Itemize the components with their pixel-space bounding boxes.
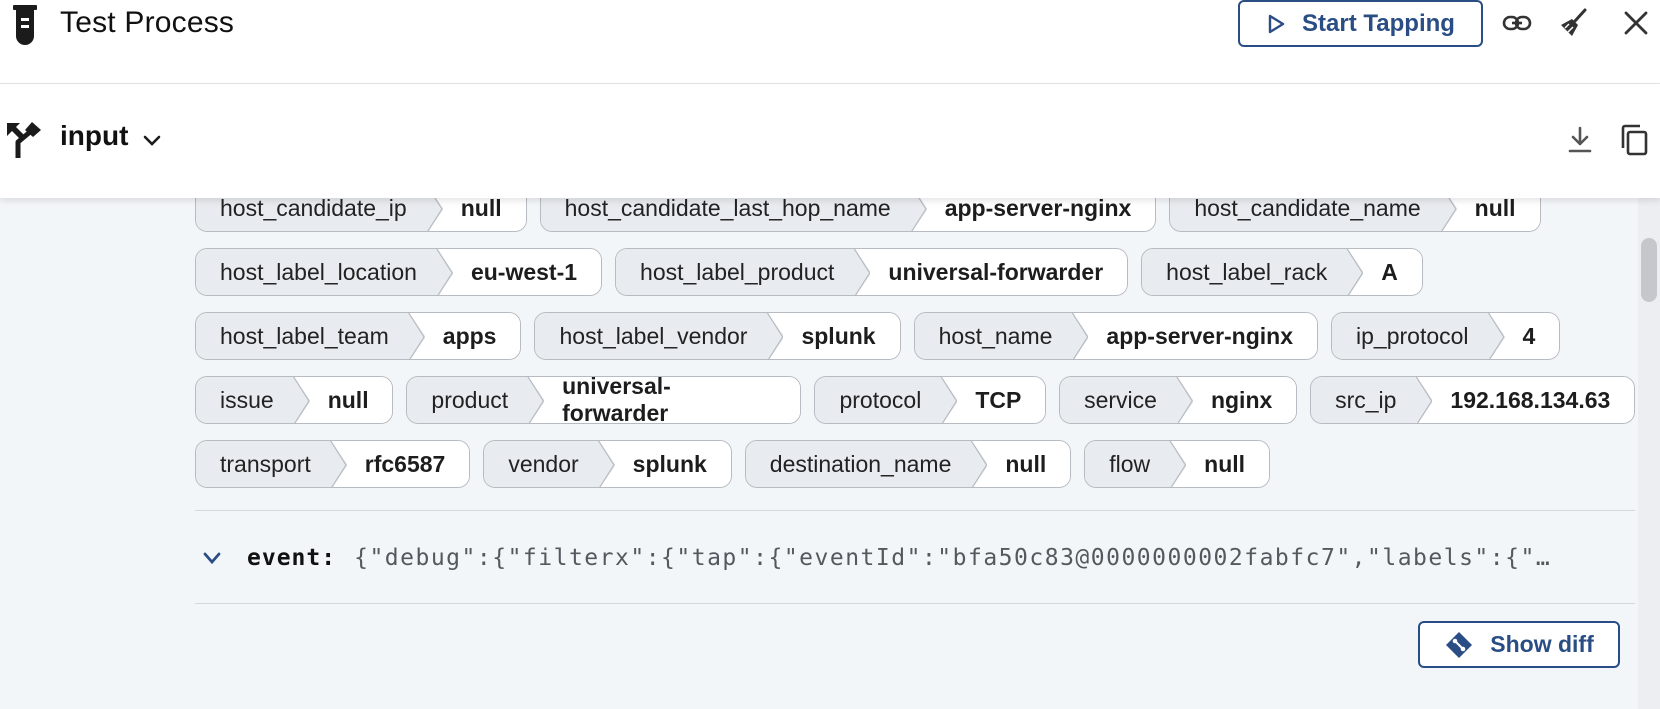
divider bbox=[195, 603, 1635, 604]
chip-value: universal-forwarder bbox=[544, 377, 801, 423]
show-diff-label: Show diff bbox=[1490, 631, 1594, 657]
label-chip-host-label-location[interactable]: host_label_location eu-west-1 bbox=[195, 248, 603, 296]
label-chip-host-label-product[interactable]: host_label_product universal-forwarder bbox=[615, 248, 1129, 296]
label-chip-host-candidate-ip[interactable]: host_candidate_ip null bbox=[195, 198, 527, 232]
link-icon[interactable] bbox=[1502, 8, 1532, 38]
show-diff-button[interactable]: Show diff bbox=[1418, 621, 1620, 668]
git-diff-icon bbox=[1446, 631, 1473, 658]
chip-value: splunk bbox=[614, 441, 731, 487]
chip-key: protocol bbox=[815, 377, 958, 423]
chevron-down-icon[interactable] bbox=[201, 547, 223, 569]
label-chip-host-name[interactable]: host_name app-server-nginx bbox=[913, 312, 1319, 360]
label-chip-src-ip[interactable]: src_ip 192.168.134.63 bbox=[1310, 376, 1635, 424]
chip-value: nginx bbox=[1192, 377, 1297, 423]
chip-key: flow bbox=[1085, 441, 1187, 487]
close-icon[interactable] bbox=[1621, 8, 1651, 38]
chip-key: host_candidate_name bbox=[1170, 198, 1457, 231]
chip-key: host_label_vendor bbox=[535, 313, 784, 359]
chip-value: null bbox=[442, 198, 526, 231]
output-panel: host_candidate_ip null host_candidate_last… bbox=[0, 198, 1660, 709]
event-value: {"debug":{"filterx":{"tap":{"eventId":"b… bbox=[354, 545, 1564, 571]
chip-value: A bbox=[1363, 249, 1422, 295]
label-chip-issue[interactable]: issue null bbox=[195, 376, 394, 424]
chip-key: service bbox=[1060, 377, 1193, 423]
labels-chip-list: host_candidate_ip null host_candidate_last… bbox=[195, 198, 1635, 504]
start-tapping-label: Start Tapping bbox=[1302, 9, 1455, 37]
chip-key: host_name bbox=[914, 313, 1089, 359]
chip-value: TCP bbox=[957, 377, 1046, 423]
chip-key: host_label_location bbox=[196, 249, 453, 295]
chip-key: host_label_rack bbox=[1142, 249, 1364, 295]
chevron-down-icon[interactable] bbox=[142, 130, 162, 150]
chip-value: null bbox=[987, 441, 1071, 487]
chip-value: null bbox=[1456, 198, 1540, 231]
chip-key: host_label_team bbox=[196, 313, 425, 359]
chip-key: host_candidate_ip bbox=[196, 198, 443, 231]
chip-value: rfc6587 bbox=[346, 441, 470, 487]
broom-icon[interactable] bbox=[1558, 8, 1588, 38]
chip-value: null bbox=[1186, 441, 1270, 487]
page-title: Test Process bbox=[60, 6, 235, 39]
label-chip-protocol[interactable]: protocol TCP bbox=[814, 376, 1047, 424]
pipeline-split-icon bbox=[7, 122, 41, 158]
label-chip-flow[interactable]: flow null bbox=[1084, 440, 1271, 488]
chip-value: universal-forwarder bbox=[870, 249, 1128, 295]
chip-value: app-server-nginx bbox=[926, 198, 1156, 231]
chip-value: splunk bbox=[783, 313, 900, 359]
chip-value: 192.168.134.63 bbox=[1432, 377, 1635, 423]
chip-row: host_label_team apps host_label_vendor splu… bbox=[195, 312, 1635, 362]
label-chip-destination-name[interactable]: destination_name null bbox=[744, 440, 1072, 488]
divider bbox=[195, 510, 1635, 511]
chip-key: vendor bbox=[484, 441, 615, 487]
label-chip-transport[interactable]: transport rfc6587 bbox=[195, 440, 471, 488]
chip-key: host_label_product bbox=[616, 249, 871, 295]
top-bar: Test Process Start Tapping bbox=[0, 0, 1660, 84]
chip-key: product bbox=[407, 377, 545, 423]
scrollbar-thumb[interactable] bbox=[1641, 238, 1657, 302]
chip-row: transport rfc6587 vendor splunk destination_… bbox=[195, 440, 1635, 490]
step-name: input bbox=[60, 120, 129, 151]
start-tapping-button[interactable]: Start Tapping bbox=[1238, 0, 1483, 47]
label-chip-vendor[interactable]: vendor splunk bbox=[483, 440, 732, 488]
play-icon bbox=[1268, 14, 1285, 33]
chip-value: eu-west-1 bbox=[452, 249, 602, 295]
label-chip-product[interactable]: product universal-forwarder bbox=[406, 376, 802, 424]
label-chip-host-candidate-name[interactable]: host_candidate_name null bbox=[1169, 198, 1541, 232]
label-chip-host-label-rack[interactable]: host_label_rack A bbox=[1141, 248, 1423, 296]
chip-value: null bbox=[309, 377, 393, 423]
label-chip-service[interactable]: service nginx bbox=[1059, 376, 1298, 424]
chip-value: app-server-nginx bbox=[1088, 313, 1318, 359]
step-header: input bbox=[0, 84, 1660, 198]
test-tube-icon bbox=[13, 5, 37, 45]
chip-row: issue null product universal-forwarder proto… bbox=[195, 376, 1635, 426]
label-chip-host-candidate-last-hop-name[interactable]: host_candidate_last_hop_name app-server-n… bbox=[539, 198, 1157, 232]
label-chip-ip-protocol[interactable]: ip_protocol 4 bbox=[1331, 312, 1561, 360]
download-icon[interactable] bbox=[1564, 124, 1596, 156]
label-chip-host-label-team[interactable]: host_label_team apps bbox=[195, 312, 522, 360]
chip-value: 4 bbox=[1504, 313, 1560, 359]
chip-row: host_candidate_ip null host_candidate_last… bbox=[195, 198, 1635, 234]
chip-key: ip_protocol bbox=[1332, 313, 1505, 359]
event-key: event: bbox=[247, 545, 337, 571]
chip-key: destination_name bbox=[745, 441, 988, 487]
event-field-row[interactable]: event: {"debug":{"filterx":{"tap":{"even… bbox=[195, 538, 1615, 578]
chip-row: host_label_location eu-west-1 host_label_p… bbox=[195, 248, 1635, 298]
chip-key: issue bbox=[196, 377, 310, 423]
label-chip-host-label-vendor[interactable]: host_label_vendor splunk bbox=[534, 312, 901, 360]
chip-key: src_ip bbox=[1311, 377, 1433, 423]
chip-key: transport bbox=[196, 441, 347, 487]
copy-icon[interactable] bbox=[1618, 124, 1650, 156]
chip-key: host_candidate_last_hop_name bbox=[540, 198, 927, 231]
chip-value: apps bbox=[424, 313, 521, 359]
